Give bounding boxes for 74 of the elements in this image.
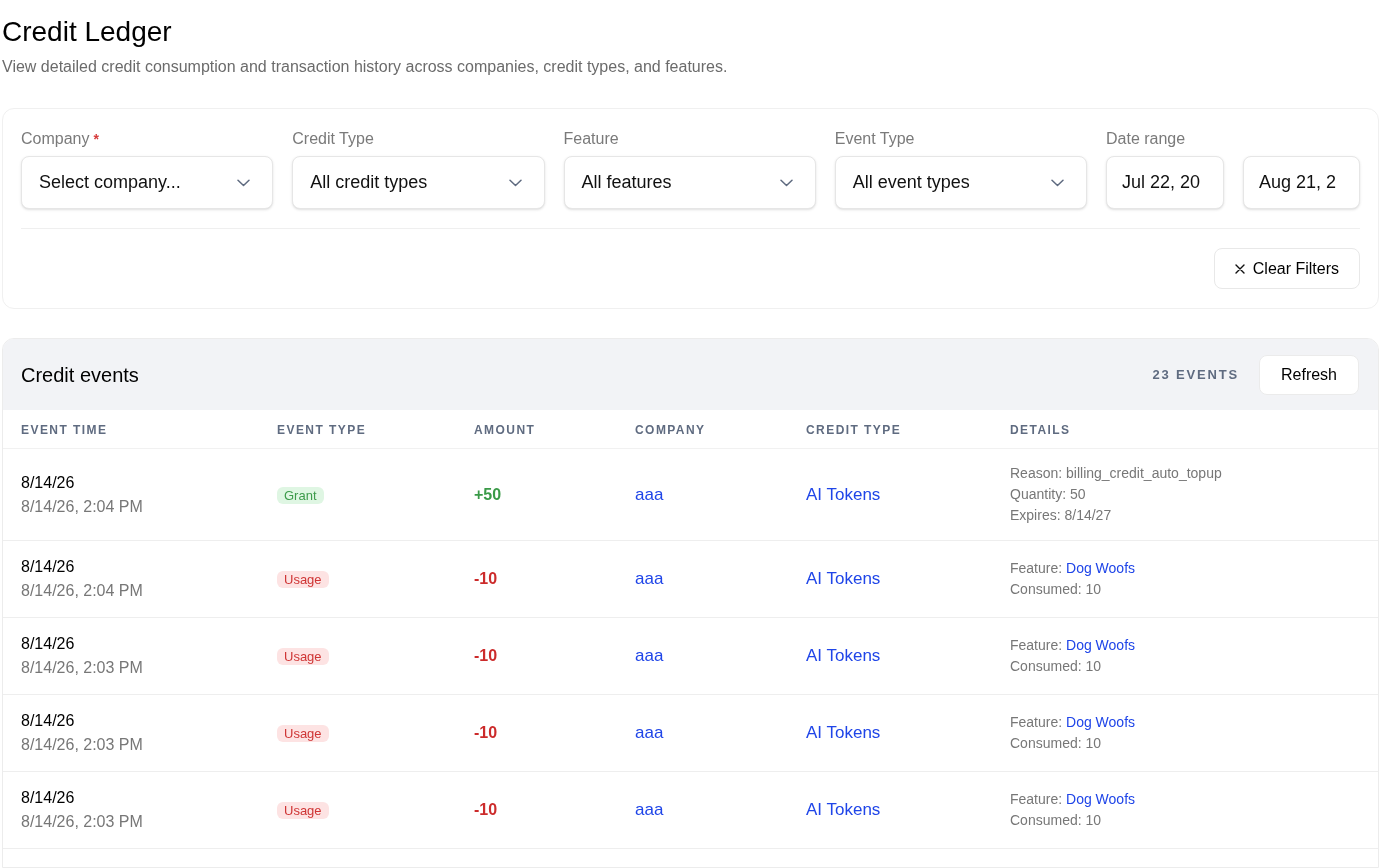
column-header: AMOUNT	[474, 423, 536, 437]
amount-text: -10	[474, 570, 498, 587]
close-icon	[1234, 263, 1245, 274]
select-dropdown[interactable]: All event types	[834, 156, 1087, 209]
column-header: EVENT TYPE	[277, 423, 367, 437]
detail-line: Feature: Dog Woofs	[1010, 559, 1136, 578]
feature-link[interactable]: Dog Woofs	[1066, 714, 1136, 730]
feature-link[interactable]: Dog Woofs	[1066, 637, 1136, 653]
detail-line: Consumed: 10	[1010, 811, 1102, 830]
feature-link[interactable]: Dog Woofs	[1066, 560, 1136, 576]
amount-text: -10	[474, 801, 498, 818]
event-date: 8/14/26	[21, 634, 75, 654]
company-link[interactable]: aaa	[635, 484, 664, 504]
event-date: 8/14/26	[21, 557, 75, 577]
section-title: Credit events	[21, 362, 139, 388]
detail-line: Feature: Dog Woofs	[1010, 713, 1136, 732]
detail-line: Feature: Dog Woofs	[1010, 790, 1136, 809]
filter-label: Date range	[1106, 129, 1186, 149]
clear-filters-button[interactable]: Clear Filters	[1213, 248, 1360, 289]
select-dropdown[interactable]: Select company...	[21, 156, 274, 209]
detail-line: Quantity: 50	[1010, 485, 1086, 504]
event-type-badge: Usage	[277, 648, 329, 665]
chevron-down-icon	[508, 178, 522, 187]
page-subtitle: View detailed credit consumption and transaction history across companies, credit types, and features.	[2, 57, 728, 77]
detail-line: Consumed: 10	[1010, 657, 1102, 676]
amount-text: -10	[474, 647, 498, 664]
date-input[interactable]: Jul 22, 20	[1106, 156, 1224, 209]
detail-line: Feature: Dog Woofs	[1010, 636, 1136, 655]
event-date: 8/14/26	[21, 472, 75, 493]
event-count: 23 EVENTS	[1152, 365, 1239, 384]
event-date: 8/14/26	[21, 788, 75, 808]
filter-label: Company	[21, 129, 90, 149]
credit-type-link[interactable]: AI Tokens	[806, 484, 881, 504]
event-time: 8/14/26, 2:04 PM	[21, 496, 143, 517]
credit-type-link[interactable]: AI Tokens	[806, 800, 881, 820]
amount-text: -10	[474, 724, 498, 741]
credit-type-link[interactable]: AI Tokens	[806, 723, 881, 743]
detail-line: Consumed: 10	[1010, 734, 1102, 753]
column-header: EVENT TIME	[21, 423, 108, 437]
company-link[interactable]: aaa	[635, 723, 664, 743]
column-header: DETAILS	[1010, 423, 1071, 437]
event-type-badge: Usage	[277, 725, 329, 742]
event-time: 8/14/26, 2:03 PM	[21, 735, 143, 755]
event-time: 8/14/26, 2:03 PM	[21, 658, 143, 678]
detail-line: Reason: billing_credit_auto_topup	[1010, 464, 1222, 483]
chevron-down-icon	[779, 178, 793, 187]
refresh-button[interactable]: Refresh	[1259, 354, 1359, 395]
event-date: 8/14/26	[21, 711, 75, 731]
credit-type-link[interactable]: AI Tokens	[806, 646, 881, 666]
event-type-badge: Usage	[277, 802, 329, 819]
select-dropdown[interactable]: All credit types	[292, 156, 545, 209]
column-header: COMPANY	[635, 423, 706, 437]
select-dropdown[interactable]: All features	[563, 156, 816, 209]
credit-type-link[interactable]: AI Tokens	[806, 569, 881, 589]
detail-line: Expires: 8/14/27	[1010, 506, 1112, 525]
required-marker: *	[93, 129, 99, 149]
amount-text: +50	[474, 485, 502, 503]
company-link[interactable]: aaa	[635, 800, 664, 820]
company-link[interactable]: aaa	[635, 646, 664, 666]
page-title: Credit Ledger	[2, 15, 172, 49]
filter-label: Event Type	[834, 129, 915, 149]
filter-label: Feature	[563, 129, 619, 149]
chevron-down-icon	[237, 178, 251, 187]
event-time: 8/14/26, 2:04 PM	[21, 581, 143, 601]
event-type-badge: Usage	[277, 571, 329, 588]
filter-label: Credit Type	[292, 129, 374, 149]
feature-link[interactable]: Dog Woofs	[1066, 791, 1136, 807]
column-header: CREDIT TYPE	[806, 423, 902, 437]
date-input[interactable]: Aug 21, 2	[1243, 156, 1360, 209]
chevron-down-icon	[1051, 178, 1064, 187]
detail-line: Consumed: 10	[1010, 580, 1102, 599]
event-type-badge: Grant	[277, 486, 324, 504]
company-link[interactable]: aaa	[635, 569, 664, 589]
event-time: 8/14/26, 2:03 PM	[21, 812, 143, 832]
